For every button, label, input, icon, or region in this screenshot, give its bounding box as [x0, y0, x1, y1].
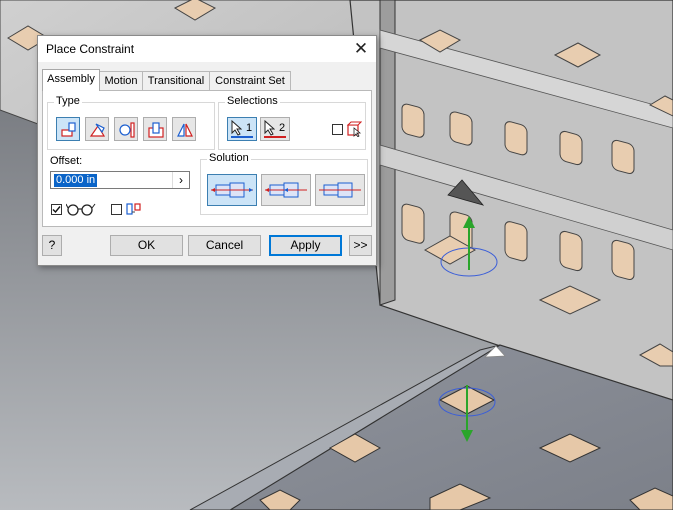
offset-input[interactable]: 0.000 in ›: [50, 171, 190, 189]
tab-assembly[interactable]: Assembly: [42, 69, 100, 91]
solution-group: Solution: [200, 152, 368, 215]
glasses-icon: [66, 203, 96, 216]
pointer-arrow-icon: [264, 120, 275, 136]
pointer-arrow-icon: [231, 120, 242, 136]
type-group: Type: [47, 95, 215, 150]
expand-button[interactable]: >>: [349, 235, 372, 256]
close-button[interactable]: ✕: [346, 36, 376, 62]
dialog-title: Place Constraint: [46, 42, 135, 56]
mate-icon: [61, 122, 76, 137]
tangent-icon: [119, 122, 135, 138]
selections-group: Selections 1 2: [218, 95, 366, 150]
offset-menu-arrow-icon[interactable]: ›: [172, 172, 189, 188]
show-preview-checkbox[interactable]: [51, 204, 62, 215]
selections-group-label: Selections: [225, 95, 280, 107]
cancel-button[interactable]: Cancel: [188, 235, 261, 256]
selection-1-indicator: [231, 136, 253, 138]
insert-icon: [148, 122, 164, 138]
tangent-type-button[interactable]: [114, 117, 138, 141]
mate-type-button[interactable]: [56, 117, 80, 141]
dialog-titlebar[interactable]: Place Constraint ✕: [38, 36, 376, 62]
angle-type-button[interactable]: [85, 117, 109, 141]
aligned-solution-icon: [265, 182, 307, 198]
assembly-tab-panel: Type Selections 1 2 Offset: 0.000 in › S…: [42, 90, 372, 227]
selection-2-button[interactable]: 2: [260, 117, 290, 141]
predict-offset-checkbox[interactable]: [111, 204, 122, 215]
first-occurrence-checkbox[interactable]: [332, 124, 343, 135]
solution-group-label: Solution: [207, 152, 251, 164]
selection-1-label: 1: [246, 122, 253, 134]
undirected-solution-button[interactable]: [315, 174, 365, 206]
checkmark-icon: [52, 206, 61, 214]
tab-motion[interactable]: Motion: [99, 71, 143, 90]
opposed-solution-icon: [211, 182, 253, 198]
selection-2-indicator: [264, 136, 286, 138]
selection-1-button[interactable]: 1: [227, 117, 257, 141]
symmetry-icon: [177, 123, 193, 137]
offset-label: Offset:: [50, 155, 83, 167]
angle-icon: [89, 123, 106, 137]
opposed-solution-button[interactable]: [207, 174, 257, 206]
ok-button[interactable]: OK: [110, 235, 183, 256]
symmetry-type-button[interactable]: [172, 117, 196, 141]
insert-type-button[interactable]: [143, 117, 167, 141]
first-occurrence-icon: [346, 121, 362, 137]
tab-transitional[interactable]: Transitional: [142, 71, 210, 90]
tab-constraint-set[interactable]: Constraint Set: [209, 71, 291, 90]
undirected-solution-icon: [319, 182, 361, 198]
offset-value: 0.000 in: [54, 174, 98, 187]
type-group-label: Type: [54, 95, 82, 107]
selection-2-label: 2: [279, 122, 286, 134]
help-button[interactable]: ?: [42, 235, 62, 256]
apply-button[interactable]: Apply: [269, 235, 342, 256]
aligned-solution-button[interactable]: [261, 174, 311, 206]
place-constraint-dialog: Place Constraint ✕ Assembly Motion Trans…: [37, 35, 377, 266]
predict-offset-icon: [126, 203, 141, 215]
